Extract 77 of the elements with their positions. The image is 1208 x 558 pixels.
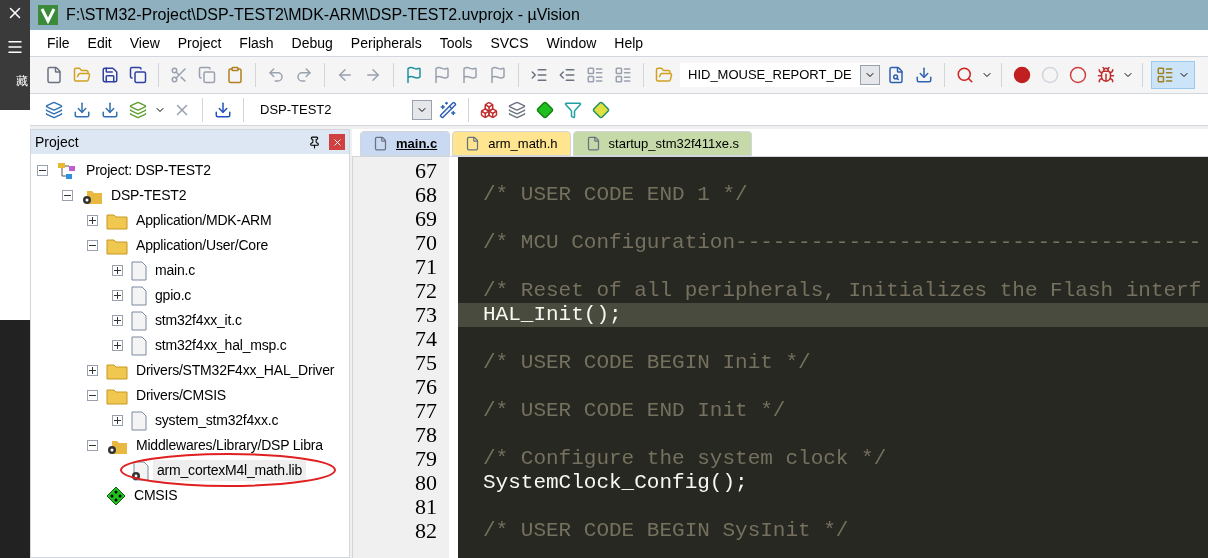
line-number: 72 bbox=[415, 278, 437, 303]
file-icon[interactable] bbox=[465, 136, 481, 151]
menu-item[interactable]: Peripherals bbox=[341, 32, 431, 54]
file-icon bbox=[131, 410, 147, 431]
menu-item[interactable]: Window bbox=[537, 32, 606, 54]
menu-item[interactable]: Debug bbox=[282, 32, 342, 54]
line-number: 79 bbox=[415, 446, 437, 471]
code-comment: /* Reset of all peripherals, Initializes the Flash interf bbox=[483, 279, 1202, 302]
library-file-icon bbox=[131, 460, 149, 481]
tree-item[interactable]: CMSIS bbox=[130, 485, 182, 506]
editor-tab[interactable]: main.c bbox=[360, 131, 451, 156]
line-number: 68 bbox=[415, 182, 437, 207]
menu-item[interactable]: Flash bbox=[230, 32, 283, 54]
file-icon bbox=[131, 310, 147, 331]
file-icon bbox=[131, 285, 147, 306]
tree-item[interactable]: DSP-TEST2 bbox=[107, 185, 191, 206]
line-number: 69 bbox=[415, 206, 437, 231]
menu-item[interactable]: File bbox=[38, 32, 79, 54]
tree-item[interactable]: Project: DSP-TEST2 bbox=[82, 160, 215, 181]
tree-item[interactable]: Application/User/Core bbox=[132, 235, 272, 256]
menu-item[interactable]: Project bbox=[168, 32, 231, 54]
tree-item[interactable]: stm32f4xx_hal_msp.c bbox=[151, 335, 291, 356]
code-comment: /* MCU Configuration------------------------------------- bbox=[483, 231, 1202, 254]
line-number: 78 bbox=[415, 422, 437, 447]
file-icon bbox=[131, 335, 147, 356]
line-number: 76 bbox=[415, 374, 437, 399]
line-number: 82 bbox=[415, 518, 437, 543]
component-icon bbox=[106, 485, 126, 506]
menu-item[interactable]: Edit bbox=[78, 32, 121, 54]
line-number: 70 bbox=[415, 230, 437, 255]
folder-icon bbox=[106, 361, 128, 380]
folder-icon bbox=[106, 236, 128, 255]
project-icon bbox=[56, 160, 78, 181]
sidebar-label: 藏 bbox=[16, 73, 29, 90]
code-comment: /* USER CODE END 1 */ bbox=[483, 183, 748, 206]
tree-item[interactable]: gpio.c bbox=[151, 285, 196, 306]
code-line: HAL_Init(); bbox=[483, 303, 622, 326]
menu-item[interactable]: Tools bbox=[430, 32, 482, 54]
editor-tab[interactable]: arm_math.h bbox=[452, 131, 571, 156]
code-line: SystemClock_Config(); bbox=[483, 471, 748, 494]
tree-item[interactable]: main.c bbox=[151, 260, 200, 281]
folder-icon bbox=[106, 211, 128, 230]
code-comment: /* Configure the system clock */ bbox=[483, 447, 887, 470]
line-number: 81 bbox=[415, 494, 437, 519]
code-comment: /* USER CODE END Init */ bbox=[483, 399, 786, 422]
menu-item[interactable]: Help bbox=[605, 32, 653, 54]
file-icon[interactable] bbox=[585, 136, 601, 151]
line-number: 67 bbox=[415, 158, 437, 183]
line-number: 71 bbox=[415, 254, 437, 279]
line-number: 73 bbox=[415, 302, 437, 327]
app-logo-icon bbox=[38, 5, 58, 25]
folder-icon bbox=[106, 386, 128, 405]
line-number: 77 bbox=[415, 398, 437, 423]
tree-item[interactable]: Application/MDK-ARM bbox=[132, 210, 276, 231]
line-number: 80 bbox=[415, 470, 437, 495]
combo-box[interactable]: HID_MOUSE_REPORT_DE bbox=[680, 63, 880, 87]
code-comment: /* USER CODE BEGIN Init */ bbox=[483, 351, 811, 374]
line-number: 75 bbox=[415, 350, 437, 375]
tree-item[interactable]: Drivers/STM32F4xx_HAL_Driver bbox=[132, 360, 339, 381]
tree-item[interactable]: system_stm32f4xx.c bbox=[151, 410, 283, 431]
panel-title: Project bbox=[35, 132, 80, 152]
menu-icon[interactable] bbox=[6, 38, 24, 56]
menu-item[interactable]: View bbox=[120, 32, 169, 54]
code-comment: /* USER CODE BEGIN SysInit */ bbox=[483, 519, 849, 542]
window-layout-button[interactable] bbox=[1151, 61, 1195, 89]
tree-item[interactable]: Drivers/CMSIS bbox=[132, 385, 230, 406]
window-layout-icon[interactable] bbox=[1156, 66, 1174, 84]
pin-icon[interactable] bbox=[308, 135, 321, 149]
tree-item[interactable]: stm32f4xx_it.c bbox=[151, 310, 246, 331]
tree-item[interactable]: arm_cortexM4l_math.lib bbox=[153, 460, 306, 481]
file-icon[interactable] bbox=[373, 136, 388, 151]
editor-tab[interactable]: startup_stm32f411xe.s bbox=[572, 131, 753, 156]
file-icon bbox=[131, 260, 147, 281]
tree-item[interactable]: Middlewares/Library/DSP Libra bbox=[132, 435, 327, 456]
line-number: 74 bbox=[415, 326, 437, 351]
window-title: F:\STM32-Project\DSP-TEST2\MDK-ARM\DSP-TEST2.uvprojx - µVision bbox=[66, 5, 580, 25]
menu-item[interactable]: SVCS bbox=[481, 32, 538, 54]
